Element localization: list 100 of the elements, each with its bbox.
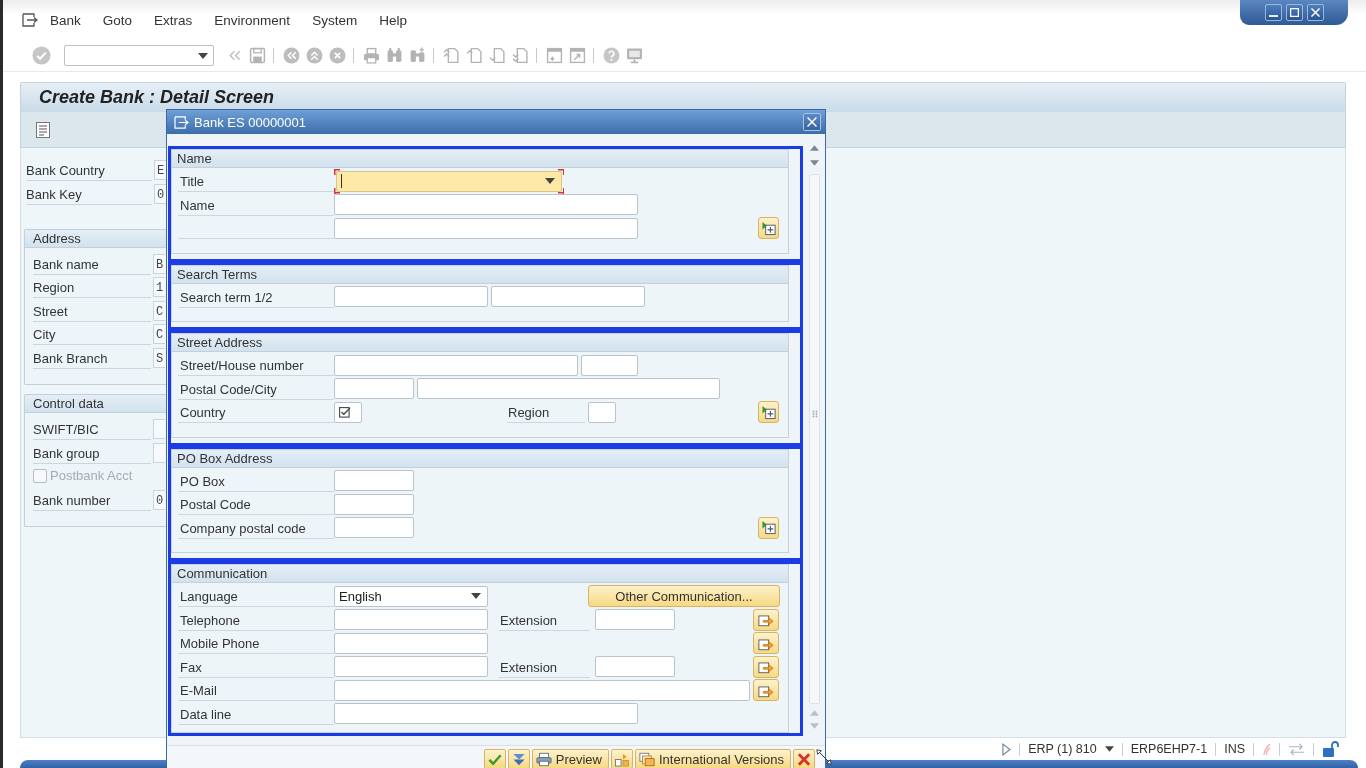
input-field[interactable] [334, 632, 488, 654]
caret-down-icon[interactable] [471, 593, 481, 599]
menu-item[interactable]: Extras [154, 12, 193, 28]
next-page-icon[interactable] [489, 47, 506, 64]
maximize-button[interactable] [1286, 4, 1303, 21]
scroll-up-icon[interactable] [810, 145, 819, 151]
close-button[interactable] [803, 113, 821, 131]
caret-down-icon[interactable] [545, 178, 555, 184]
expand-button[interactable] [507, 749, 530, 768]
menu-item[interactable]: System [312, 12, 358, 28]
input-field[interactable] [581, 354, 638, 376]
input-field[interactable] [417, 378, 720, 399]
find-next-icon[interactable] [409, 47, 426, 64]
close-button[interactable] [1307, 4, 1324, 21]
exit-icon[interactable] [306, 47, 323, 64]
field-label: Region [507, 401, 585, 423]
display-field[interactable]: 0 [154, 183, 166, 204]
preview-button[interactable]: Preview [531, 749, 609, 768]
display-field[interactable]: B [153, 253, 165, 274]
menu-item[interactable]: Environment [214, 12, 291, 28]
command-field[interactable] [64, 45, 214, 66]
display-field[interactable]: S [153, 347, 165, 368]
first-page-icon[interactable] [443, 47, 460, 64]
last-page-icon[interactable] [512, 47, 529, 64]
expand-button[interactable] [758, 401, 779, 423]
forward-button[interactable] [753, 679, 779, 701]
input-field[interactable] [334, 493, 414, 515]
versions-button[interactable]: International Versions [634, 749, 791, 768]
checkmark-circle-icon[interactable] [32, 46, 51, 65]
help-icon[interactable] [603, 47, 620, 64]
display-field[interactable]: 0 [153, 489, 165, 510]
shortcut-window-icon[interactable] [569, 47, 586, 64]
display-field[interactable] [153, 442, 165, 463]
grip-icon[interactable] [811, 410, 818, 418]
input-field[interactable] [334, 609, 488, 630]
display-field[interactable]: C [153, 300, 165, 321]
scroll-down-icon[interactable] [810, 160, 819, 166]
input-field[interactable] [334, 194, 638, 215]
input-field[interactable] [595, 656, 675, 677]
input-field[interactable] [334, 378, 414, 399]
input-field[interactable] [491, 286, 645, 307]
field-label: Search term 1/2 [178, 285, 334, 308]
display-field[interactable] [153, 419, 165, 439]
save-icon[interactable] [249, 47, 266, 64]
caret-down-icon[interactable] [198, 52, 208, 59]
field-label: Bank Branch [33, 346, 151, 369]
input-field[interactable] [334, 354, 578, 376]
checked-box-icon [339, 406, 351, 418]
expand-button[interactable] [758, 516, 779, 539]
menu-item[interactable]: Goto [102, 12, 133, 28]
scrollbar-track[interactable] [809, 174, 820, 704]
dropdown-field[interactable] [334, 168, 564, 194]
cross-icon [796, 751, 812, 767]
monitor-icon[interactable] [626, 47, 643, 64]
group-header: PO Box Address [172, 449, 788, 468]
icon-button[interactable] [610, 749, 633, 768]
display-field[interactable]: C [153, 324, 165, 344]
input-field[interactable] [334, 703, 638, 724]
checkbox-label: Postbank Acct [50, 467, 133, 485]
expand-button[interactable] [758, 217, 779, 239]
dropdown-field[interactable]: English [334, 585, 488, 607]
input-field[interactable] [334, 517, 414, 538]
input-field[interactable] [334, 679, 750, 701]
forward-button[interactable] [753, 655, 779, 678]
transfer-arrows-icon[interactable] [1288, 742, 1305, 756]
input-field[interactable] [334, 286, 488, 307]
scroll-down-icon[interactable] [810, 723, 819, 729]
action-button[interactable]: Other Communication... [588, 585, 780, 607]
new-window-icon[interactable] [546, 47, 563, 64]
field-label: Mobile Phone [178, 632, 334, 654]
confirm-button[interactable] [483, 749, 506, 768]
back-icon[interactable] [283, 47, 300, 64]
window-arrow-icon[interactable] [22, 13, 38, 27]
field-label: Postal Code/City [178, 377, 334, 400]
minimize-icon [1269, 15, 1278, 17]
find-icon[interactable] [386, 47, 403, 64]
menu-item[interactable]: Bank [50, 12, 81, 28]
scroll-up-icon[interactable] [810, 710, 819, 716]
server-name: ERP6EHP7-1 [1130, 742, 1208, 756]
caret-down-icon[interactable] [1104, 746, 1114, 752]
print-icon[interactable] [363, 47, 380, 64]
minimize-button[interactable] [1265, 4, 1282, 21]
display-field[interactable]: 1 [153, 277, 165, 297]
cancel-button[interactable] [793, 749, 815, 768]
forward-button[interactable] [753, 632, 779, 654]
display-field[interactable]: E [154, 160, 166, 180]
input-field[interactable] [588, 401, 616, 423]
field-label: City [33, 323, 151, 345]
input-field[interactable] [334, 401, 362, 423]
padlock-icon[interactable] [1322, 740, 1340, 758]
document-lines-icon[interactable] [36, 121, 50, 138]
play-icon[interactable] [1002, 742, 1012, 756]
input-field[interactable] [334, 217, 638, 239]
previous-page-icon[interactable] [466, 47, 483, 64]
input-field[interactable] [595, 609, 675, 630]
input-field[interactable] [334, 656, 488, 677]
forward-button[interactable] [753, 608, 779, 631]
input-field[interactable] [334, 470, 414, 491]
cancel-icon[interactable] [329, 47, 346, 64]
menu-item[interactable]: Help [379, 12, 407, 28]
